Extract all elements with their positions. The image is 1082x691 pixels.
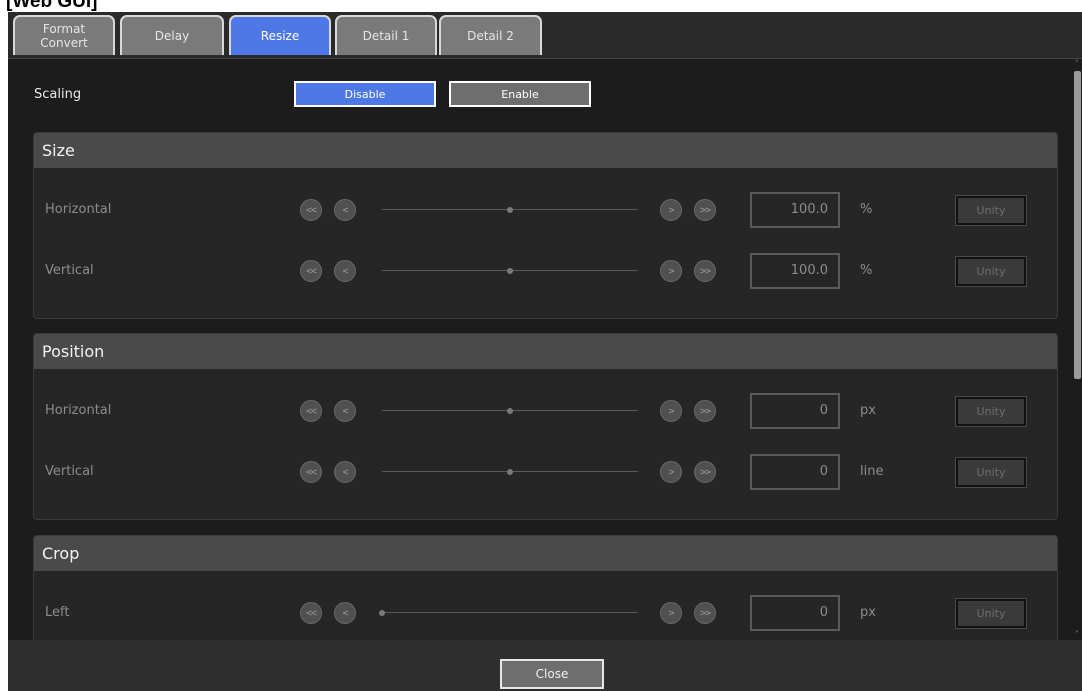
slider-knob[interactable] xyxy=(507,469,513,475)
unit-label: px xyxy=(860,605,876,620)
tab-bar: Format Convert Delay Resize Detail 1 Deta… xyxy=(8,12,1082,59)
tab-detail-2[interactable]: Detail 2 xyxy=(439,15,542,55)
disable-button[interactable]: Disable xyxy=(294,81,436,107)
tab-delay[interactable]: Delay xyxy=(120,15,224,55)
unity-button[interactable]: Unity xyxy=(955,598,1027,629)
value-slider[interactable] xyxy=(379,610,638,616)
window-title: [Web GUI] xyxy=(6,0,98,12)
control-row: Left << < > >> 0 px Unity xyxy=(34,595,1057,631)
tab-resize[interactable]: Resize xyxy=(229,15,331,55)
tab-resize-label: Resize xyxy=(260,29,300,43)
section-position: Position Horizontal << < > >> 0 px Unity Vertical… xyxy=(33,333,1058,520)
value-slider[interactable] xyxy=(382,408,638,414)
fast-back-button[interactable]: << xyxy=(300,602,322,624)
fast-forward-button[interactable]: >> xyxy=(694,199,716,221)
footer: Close xyxy=(8,640,1082,691)
unit-label: line xyxy=(860,464,884,479)
slider-knob[interactable] xyxy=(379,610,385,616)
unit-label: px xyxy=(860,403,876,418)
step-forward-button[interactable]: > xyxy=(660,400,682,422)
value-field[interactable]: 0 xyxy=(750,393,840,429)
fast-back-button[interactable]: << xyxy=(300,400,322,422)
tab-format-convert[interactable]: Format Convert xyxy=(13,15,115,55)
section-size: Size Horizontal << < > >> 100.0% Unity Vertical <… xyxy=(33,132,1058,319)
unity-button[interactable]: Unity xyxy=(955,195,1027,226)
unity-button[interactable]: Unity xyxy=(955,256,1027,287)
unity-button[interactable]: Unity xyxy=(955,457,1027,488)
tab-format-convert-label: Format Convert xyxy=(40,22,87,50)
value-slider[interactable] xyxy=(382,469,638,475)
row-label: Horizontal xyxy=(45,403,112,418)
unit-label: % xyxy=(860,202,873,217)
fast-forward-button[interactable]: >> xyxy=(694,400,716,422)
scaling-label: Scaling xyxy=(34,87,82,102)
section-title: Crop xyxy=(34,536,1057,571)
fast-back-button[interactable]: << xyxy=(300,260,322,282)
value-slider[interactable] xyxy=(382,268,638,274)
value-field[interactable]: 0 xyxy=(750,454,840,490)
tab-label-line1: Format xyxy=(42,22,86,36)
step-back-button[interactable]: < xyxy=(334,199,356,221)
slider-track xyxy=(382,612,638,613)
fast-forward-button[interactable]: >> xyxy=(694,260,716,282)
row-label: Vertical xyxy=(45,464,94,479)
control-row: Vertical << < > >> 0 line Unity xyxy=(34,454,1057,490)
scrollbar[interactable]: ˄ ˅ xyxy=(1072,59,1082,640)
step-forward-button[interactable]: > xyxy=(660,602,682,624)
row-label: Left xyxy=(45,605,70,620)
control-row: Horizontal << < > >> 0 px Unity xyxy=(34,393,1057,429)
tab-detail-1-label: Detail 1 xyxy=(362,29,410,43)
section-title: Position xyxy=(34,334,1057,369)
slider-knob[interactable] xyxy=(507,268,513,274)
section-title: Size xyxy=(34,133,1057,168)
tab-label-line2: Convert xyxy=(40,36,88,50)
content-area: Scaling Disable Enable Size Horizontal << <… xyxy=(8,59,1072,640)
fast-forward-button[interactable]: >> xyxy=(694,602,716,624)
slider-knob[interactable] xyxy=(507,207,513,213)
row-label: Horizontal xyxy=(45,202,112,217)
control-row: Vertical << < > >> 100.0% Unity xyxy=(34,253,1057,289)
control-row: Horizontal << < > >> 100.0% Unity xyxy=(34,192,1057,228)
resize-dialog: Format Convert Delay Resize Detail 1 Deta… xyxy=(8,12,1082,691)
section-crop: Crop Left << < > >> 0 px Unity xyxy=(33,535,1058,640)
close-button[interactable]: Close xyxy=(500,659,604,689)
fast-back-button[interactable]: << xyxy=(300,199,322,221)
tab-detail-1[interactable]: Detail 1 xyxy=(335,15,437,55)
unity-button[interactable]: Unity xyxy=(955,396,1027,427)
step-forward-button[interactable]: > xyxy=(660,461,682,483)
unit-label: % xyxy=(860,263,873,278)
value-field[interactable]: 100.0 xyxy=(750,192,840,228)
scroll-down-arrow-icon[interactable]: ˅ xyxy=(1072,630,1082,640)
step-back-button[interactable]: < xyxy=(334,461,356,483)
enable-button[interactable]: Enable xyxy=(449,81,591,107)
row-label: Vertical xyxy=(45,263,94,278)
slider-knob[interactable] xyxy=(507,408,513,414)
value-slider[interactable] xyxy=(382,207,638,213)
step-back-button[interactable]: < xyxy=(334,400,356,422)
step-forward-button[interactable]: > xyxy=(660,199,682,221)
value-field[interactable]: 100.0 xyxy=(750,253,840,289)
step-forward-button[interactable]: > xyxy=(660,260,682,282)
scroll-up-arrow-icon[interactable]: ˄ xyxy=(1072,59,1082,69)
scrollbar-thumb[interactable] xyxy=(1074,71,1081,379)
step-back-button[interactable]: < xyxy=(334,260,356,282)
tab-detail-2-label: Detail 2 xyxy=(467,29,514,43)
step-back-button[interactable]: < xyxy=(334,602,356,624)
tab-delay-label: Delay xyxy=(154,29,190,43)
value-field[interactable]: 0 xyxy=(750,595,840,631)
fast-forward-button[interactable]: >> xyxy=(694,461,716,483)
fast-back-button[interactable]: << xyxy=(300,461,322,483)
